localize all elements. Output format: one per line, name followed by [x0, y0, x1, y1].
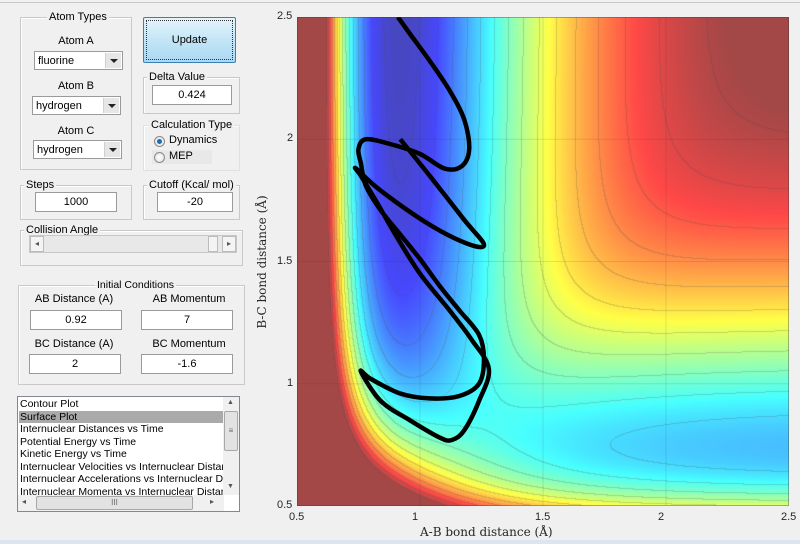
cutoff-input[interactable]: -20	[157, 192, 233, 212]
initial-conditions-title: Initial Conditions	[95, 278, 177, 292]
dynamics-label: Dynamics	[169, 134, 218, 146]
atom-types-group: Atom Types Atom A fluorine Atom B hydrog…	[20, 10, 132, 170]
delta-value-input[interactable]: 0.424	[152, 85, 232, 105]
x-tick-label: 1	[412, 511, 419, 523]
atom-c-dropdown[interactable]: hydrogen	[33, 140, 122, 159]
y-tick-label: 0.5	[277, 499, 293, 511]
ab-distance-label: AB Distance (A)	[34, 293, 114, 305]
atom-c-value: hydrogen	[37, 144, 83, 156]
steps-title: Steps	[24, 178, 57, 192]
x-tick-label: 0.5	[289, 511, 305, 523]
atom-b-value: hydrogen	[36, 100, 82, 112]
atom-c-label: Atom C	[57, 125, 95, 137]
slider-left-arrow-icon[interactable]: ◂	[30, 236, 44, 252]
list-vertical-thumb[interactable]: ≡	[224, 411, 238, 451]
chevron-down-icon[interactable]	[105, 53, 121, 68]
plot-type-listbox[interactable]: Contour Plot Surface Plot Internuclear D…	[17, 396, 240, 512]
list-item-selected[interactable]: Surface Plot	[19, 410, 226, 423]
calculation-type-group: Calculation Type Dynamics MEP	[143, 118, 240, 171]
dynamics-radio[interactable]	[154, 136, 165, 147]
ab-momentum-label: AB Momentum	[152, 293, 226, 305]
plot-overlay	[297, 17, 789, 506]
bc-distance-input[interactable]: 2	[29, 354, 121, 374]
slider-right-arrow-icon[interactable]: ▸	[222, 236, 236, 252]
list-item[interactable]: Internuclear Velocities vs Internuclear …	[19, 461, 226, 474]
bc-momentum-input[interactable]: -1.6	[141, 354, 233, 374]
mep-radio[interactable]	[154, 152, 165, 163]
ab-momentum-input[interactable]: 7	[141, 310, 233, 330]
trajectory-line	[352, 17, 492, 443]
steps-group: Steps 1000	[20, 178, 132, 220]
list-vertical-scrollbar[interactable]: ▲ ≡ ▼	[223, 397, 239, 495]
delta-value-title: Delta Value	[147, 70, 208, 84]
list-horizontal-scrollbar[interactable]: ◂ III ▸	[18, 495, 224, 511]
y-axis-label: B-C bond distance (Å)	[255, 195, 269, 329]
calculation-type-title: Calculation Type	[149, 118, 235, 132]
mep-option[interactable]: MEP	[152, 150, 212, 164]
x-tick-label: 2	[658, 511, 665, 523]
collision-angle-slider[interactable]: ◂ ▸	[29, 235, 237, 253]
y-tick-label: 2.5	[277, 10, 293, 22]
focus-ring	[146, 20, 233, 60]
list-item[interactable]: Internuclear Distances vs Time	[19, 423, 226, 436]
chevron-down-icon[interactable]	[103, 98, 119, 113]
x-tick-label: 1.5	[535, 511, 551, 523]
mep-label: MEP	[169, 150, 193, 162]
bc-distance-label: BC Distance (A)	[34, 338, 114, 350]
x-tick-label: 2.5	[781, 511, 797, 523]
bc-momentum-label: BC Momentum	[152, 338, 226, 350]
window-top-border	[0, 2, 800, 3]
atom-a-value: fluorine	[38, 55, 75, 67]
list-item[interactable]: Contour Plot	[19, 398, 226, 411]
chevron-down-icon[interactable]	[104, 142, 120, 157]
atom-a-dropdown[interactable]: fluorine	[34, 51, 123, 70]
ab-distance-input[interactable]: 0.92	[30, 310, 122, 330]
cutoff-title: Cutoff (Kcal/ mol)	[147, 178, 236, 192]
atom-a-label: Atom A	[58, 35, 94, 47]
list-item[interactable]: Internuclear Accelerations vs Internucle…	[19, 473, 226, 486]
y-tick-label: 1.5	[277, 254, 293, 267]
initial-conditions-group: Initial Conditions AB Distance (A) 0.92 …	[18, 278, 245, 385]
scroll-down-arrow-icon[interactable]: ▼	[227, 483, 234, 490]
steps-input[interactable]: 1000	[35, 192, 117, 212]
atom-b-dropdown[interactable]: hydrogen	[32, 96, 121, 115]
scroll-left-arrow-icon[interactable]: ◂	[22, 497, 26, 506]
slider-thumb[interactable]	[208, 236, 218, 252]
scroll-right-arrow-icon[interactable]: ▸	[210, 497, 214, 506]
window-bottom-border	[0, 540, 800, 544]
list-horizontal-thumb[interactable]: III	[36, 496, 193, 510]
delta-value-group: Delta Value 0.424	[143, 70, 240, 114]
list-item[interactable]: Potential Energy vs Time	[19, 436, 226, 449]
x-axis-label: A-B bond distance (Å)	[420, 525, 553, 539]
cutoff-group: Cutoff (Kcal/ mol) -20	[143, 178, 240, 220]
atom-types-title: Atom Types	[47, 10, 109, 24]
y-tick-label: 1	[287, 376, 294, 389]
scroll-up-arrow-icon[interactable]: ▲	[227, 399, 234, 406]
list-item[interactable]: Kinetic Energy vs Time	[19, 448, 226, 461]
atom-b-label: Atom B	[57, 80, 95, 92]
update-button[interactable]: Update	[143, 17, 236, 63]
y-tick-label: 2	[287, 132, 294, 145]
